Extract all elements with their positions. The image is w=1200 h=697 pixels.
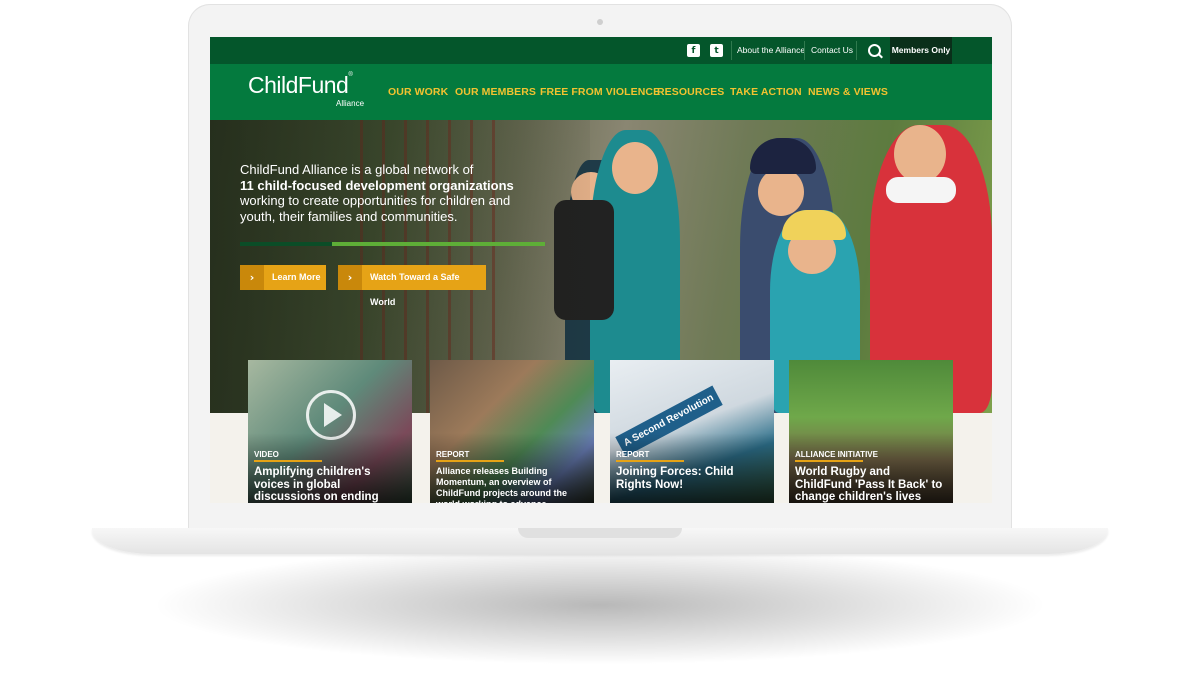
chevron-right-icon: › — [338, 265, 362, 290]
divider — [804, 41, 805, 60]
learn-more-button[interactable]: › Learn More — [240, 265, 326, 290]
chevron-right-icon: › — [240, 265, 264, 290]
divider — [856, 41, 857, 60]
hero-divider-accent — [240, 242, 332, 246]
laptop-notch — [518, 528, 682, 538]
card-tag: ALLIANCE INITIATIVE — [795, 450, 878, 459]
childfund-logo[interactable]: ChildFund® Alliance — [248, 72, 364, 108]
hero-divider — [240, 242, 545, 246]
card-accent-bar — [254, 460, 322, 462]
logo-wordmark: ChildFund — [248, 72, 349, 98]
utility-bar: f t About the Alliance Contact Us Member… — [210, 37, 992, 64]
facebook-icon[interactable]: f — [687, 44, 700, 57]
hero-line-3: working to create opportunities for chil… — [240, 193, 511, 224]
watch-safe-world-label: Watch Toward a Safe World — [370, 272, 460, 307]
nav-our-members[interactable]: OUR MEMBERS — [455, 64, 536, 120]
search-icon[interactable] — [868, 44, 881, 57]
hero-line-2: 11 child-focused development organizatio… — [240, 177, 514, 193]
card-title: Alliance releases Building Momentum, an … — [436, 466, 567, 503]
laptop-shadow — [150, 545, 1050, 665]
browser-screen: f t About the Alliance Contact Us Member… — [210, 37, 992, 503]
nav-take-action[interactable]: TAKE ACTION — [730, 64, 802, 120]
card-alliance-initiative[interactable]: ALLIANCE INITIATIVE World Rugby and Chil… — [789, 360, 953, 503]
card-tag: REPORT — [436, 450, 470, 459]
registered-mark: ® — [348, 72, 353, 78]
divider — [731, 41, 732, 60]
main-nav: ChildFund® Alliance OUR WORK OUR MEMBERS… — [210, 64, 992, 120]
card-accent-bar — [436, 460, 504, 462]
card-title: Amplifying children's voices in global d… — [254, 466, 379, 503]
logo-subtitle: Alliance — [336, 99, 365, 108]
nav-our-work[interactable]: OUR WORK — [388, 64, 448, 120]
card-tag: REPORT — [616, 450, 650, 459]
members-only-button[interactable]: Members Only — [890, 37, 952, 64]
about-link[interactable]: About the Alliance — [737, 37, 805, 64]
watch-safe-world-button[interactable]: › Watch Toward a Safe World — [338, 265, 486, 307]
hero-line-1: ChildFund Alliance is a global network o… — [240, 162, 474, 177]
card-tag: VIDEO — [254, 450, 279, 459]
contact-link[interactable]: Contact Us — [811, 37, 853, 64]
hero-intro: ChildFund Alliance is a global network o… — [240, 162, 540, 224]
camera-icon — [597, 19, 603, 25]
card-report-building-momentum[interactable]: REPORT Alliance releases Building Moment… — [430, 360, 594, 503]
nav-resources[interactable]: RESOURCES — [657, 64, 724, 120]
card-title: Joining Forces: Child Rights Now! — [616, 466, 734, 491]
card-accent-bar — [616, 460, 684, 462]
learn-more-label: Learn More — [272, 272, 321, 282]
nav-news-views[interactable]: NEWS & VIEWS — [808, 64, 888, 120]
card-report-joining-forces[interactable]: A Second Revolution REPORT Joining Force… — [610, 360, 774, 503]
card-video[interactable]: VIDEO Amplifying children's voices in gl… — [248, 360, 412, 503]
twitter-icon[interactable]: t — [710, 44, 723, 57]
card-title: World Rugby and ChildFund 'Pass It Back'… — [795, 466, 943, 503]
nav-free-from-violence[interactable]: FREE FROM VIOLENCE — [540, 64, 660, 120]
card-accent-bar — [795, 460, 863, 462]
